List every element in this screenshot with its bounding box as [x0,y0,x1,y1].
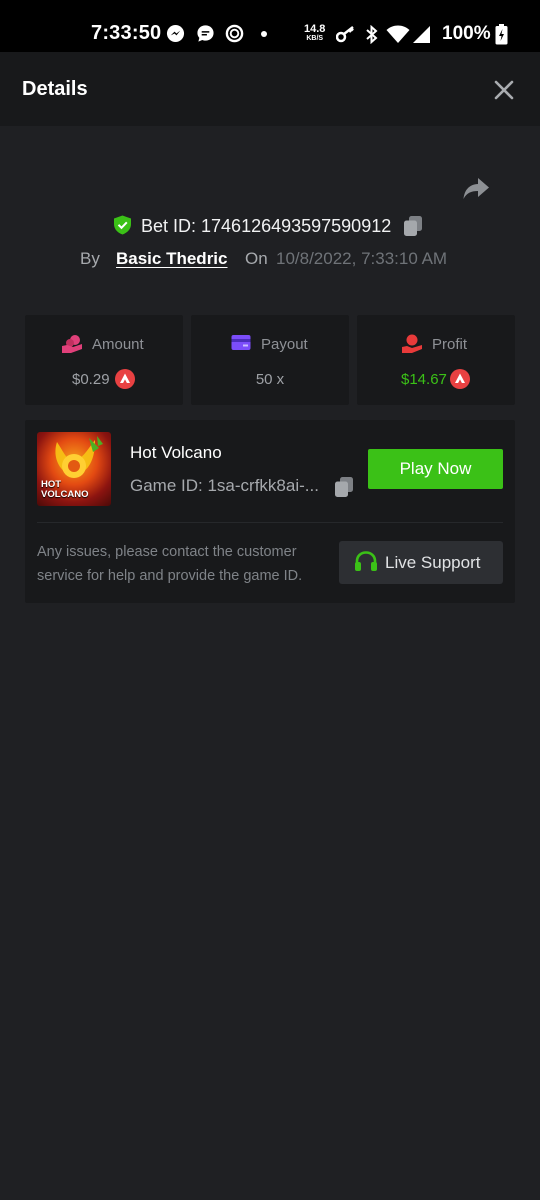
status-time: 7:33:50 [91,22,162,44]
game-name: Hot Volcano [130,443,222,462]
profit-value: $14.67 [401,371,447,388]
on-label: On [245,249,268,268]
payout-title: Payout [261,336,308,353]
amount-value: $0.29 [72,371,110,388]
copy-bet-id-icon[interactable] [403,215,423,237]
bet-meta-row: By Basic Thedric On 10/8/2022, 7:33:10 A… [0,246,540,272]
bet-id: Bet ID: 1746126493597590912 [141,216,392,236]
amount-title: Amount [92,336,144,353]
coins-hand-icon [62,335,82,353]
avax-coin-icon [450,369,470,389]
card-icon [231,335,251,350]
vpn-key-icon [336,26,354,43]
status-bar: 7:33:50 14.8 KB/S 100% [0,0,540,52]
bet-id-row: Bet ID: 1746126493597590912 [0,212,540,240]
bluetooth-icon [366,25,378,44]
notification-dot-icon [261,31,267,37]
battery-percent: 100% [442,23,491,44]
share-icon[interactable] [462,176,490,202]
profit-card: Profit $14.67 [357,315,515,405]
divider [37,522,503,523]
wifi-icon [386,25,410,43]
payout-value: 50 x [255,371,285,388]
amount-card: Amount $0.29 [25,315,183,405]
play-now-button[interactable]: Play Now [368,449,503,489]
headset-icon [355,551,377,571]
live-support-button[interactable]: Live Support [339,541,503,584]
avax-coin-icon [115,369,135,389]
game-thumbnail[interactable]: HOT VOLCANO [37,432,111,506]
thumbnail-text: HOT VOLCANO [41,479,89,500]
live-support-label: Live Support [385,553,481,572]
profit-title: Profit [432,336,468,353]
username-link[interactable]: Basic Thedric [116,249,228,269]
money-hand-icon [402,334,422,353]
app-ring-icon [225,24,244,43]
messenger-icon [166,24,185,43]
verified-shield-icon [114,215,131,235]
battery-charging-icon [495,24,508,45]
support-message: Any issues, please contact the customer … [37,544,303,584]
page-title: Details [22,78,88,100]
game-id: Game ID: 1sa-crfkk8ai-... [130,476,319,495]
chat-bubble-icon [197,25,214,42]
game-card: HOT VOLCANO Hot Volcano Game ID: 1sa-crf… [25,420,515,603]
copy-game-id-icon[interactable] [334,476,354,498]
bet-date: 10/8/2022, 7:33:10 AM [276,249,448,268]
payout-card: Payout 50 x [191,315,349,405]
network-speed: 14.8 KB/S [304,23,326,43]
close-icon[interactable] [493,79,515,101]
by-label: By [80,249,100,268]
details-header: Details [0,52,540,126]
signal-icon [413,26,430,43]
